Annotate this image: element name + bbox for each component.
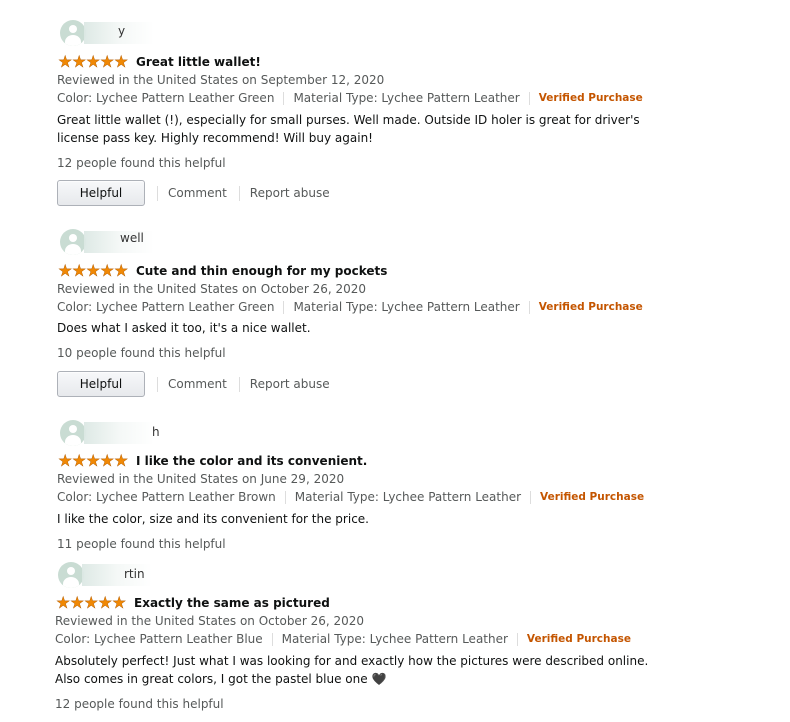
star-icon: ★ bbox=[84, 593, 99, 612]
star-icon: ★ bbox=[86, 261, 101, 280]
review-date: Reviewed in the United States on Septemb… bbox=[57, 73, 385, 87]
review-body: I like the color, size and its convenien… bbox=[57, 512, 369, 526]
user-avatar-icon bbox=[60, 229, 86, 255]
helpful-button[interactable]: Helpful bbox=[57, 371, 145, 397]
star-icon: ★ bbox=[86, 451, 101, 470]
verified-purchase-badge: Verified Purchase bbox=[538, 301, 643, 313]
reviewer-name: rtin bbox=[124, 567, 145, 581]
user-avatar-icon bbox=[58, 562, 84, 588]
review-heading: ★ ★ ★ ★ ★ Great little wallet! bbox=[58, 53, 261, 71]
review-body: Absolutely perfect! Just what I was look… bbox=[55, 654, 649, 686]
user-avatar-icon bbox=[60, 20, 86, 46]
variant-color[interactable]: Color: Lychee Pattern Leather Blue bbox=[55, 632, 263, 646]
star-icon: ★ bbox=[70, 593, 85, 612]
review-title[interactable]: I like the color and its convenient. bbox=[136, 454, 367, 468]
reviewer-name: h bbox=[152, 425, 160, 439]
review-actions: Helpful Comment Report abuse bbox=[57, 180, 330, 206]
review-variants: Color: Lychee Pattern Leather Blue Mater… bbox=[55, 632, 631, 646]
review-title[interactable]: Exactly the same as pictured bbox=[134, 596, 330, 610]
star-rating[interactable]: ★ ★ ★ ★ ★ bbox=[56, 593, 127, 612]
star-icon: ★ bbox=[56, 593, 71, 612]
star-icon: ★ bbox=[58, 261, 73, 280]
review-date: Reviewed in the United States on October… bbox=[57, 282, 366, 296]
comment-link[interactable]: Comment bbox=[168, 186, 227, 200]
variant-color[interactable]: Color: Lychee Pattern Leather Green bbox=[57, 300, 274, 314]
variant-material[interactable]: Material Type: Lychee Pattern Leather bbox=[295, 490, 521, 504]
star-icon: ★ bbox=[114, 52, 129, 71]
star-icon: ★ bbox=[86, 52, 101, 71]
comment-link[interactable]: Comment bbox=[168, 377, 227, 391]
verified-purchase-badge: Verified Purchase bbox=[540, 491, 645, 503]
review-body: Does what I asked it too, it's a nice wa… bbox=[57, 321, 311, 335]
star-icon: ★ bbox=[72, 261, 87, 280]
review-variants: Color: Lychee Pattern Leather Green Mate… bbox=[57, 300, 643, 314]
star-icon: ★ bbox=[114, 451, 129, 470]
helpful-button[interactable]: Helpful bbox=[57, 180, 145, 206]
star-icon: ★ bbox=[114, 261, 129, 280]
helpful-count: 10 people found this helpful bbox=[57, 346, 226, 360]
review-heading: ★ ★ ★ ★ ★ Cute and thin enough for my pocket… bbox=[58, 261, 388, 280]
review-body: Great little wallet (!), especially for … bbox=[57, 113, 640, 145]
review-variants: Color: Lychee Pattern Leather Green Mate… bbox=[57, 91, 643, 105]
verified-purchase-badge: Verified Purchase bbox=[526, 633, 631, 645]
review-heading: ★ ★ ★ ★ ★ Exactly the same as pictured bbox=[56, 594, 330, 612]
star-rating[interactable]: ★ ★ ★ ★ ★ bbox=[58, 451, 129, 470]
user-avatar-icon bbox=[60, 420, 86, 446]
variant-material[interactable]: Material Type: Lychee Pattern Leather bbox=[282, 632, 508, 646]
review-variants: Color: Lychee Pattern Leather Brown Mate… bbox=[57, 490, 644, 504]
star-icon: ★ bbox=[100, 52, 115, 71]
star-rating[interactable]: ★ ★ ★ ★ ★ bbox=[58, 52, 129, 71]
review-actions: Helpful Comment Report abuse bbox=[57, 371, 330, 397]
reviewer-name: well bbox=[120, 231, 144, 245]
review-date: Reviewed in the United States on October… bbox=[55, 614, 364, 628]
star-icon: ★ bbox=[100, 451, 115, 470]
star-icon: ★ bbox=[58, 52, 73, 71]
star-icon: ★ bbox=[58, 451, 73, 470]
star-icon: ★ bbox=[112, 593, 127, 612]
star-icon: ★ bbox=[72, 52, 87, 71]
verified-purchase-badge: Verified Purchase bbox=[538, 92, 643, 104]
star-icon: ★ bbox=[72, 451, 87, 470]
review-title[interactable]: Cute and thin enough for my pockets bbox=[136, 264, 387, 278]
report-abuse-link[interactable]: Report abuse bbox=[250, 186, 330, 200]
star-icon: ★ bbox=[98, 593, 113, 612]
star-icon: ★ bbox=[100, 261, 115, 280]
report-abuse-link[interactable]: Report abuse bbox=[250, 377, 330, 391]
variant-material[interactable]: Material Type: Lychee Pattern Leather bbox=[293, 91, 519, 105]
reviewer-name: y bbox=[118, 24, 126, 38]
helpful-count: 11 people found this helpful bbox=[57, 537, 226, 551]
helpful-count: 12 people found this helpful bbox=[57, 156, 226, 170]
review-date: Reviewed in the United States on June 29… bbox=[57, 472, 345, 486]
variant-color[interactable]: Color: Lychee Pattern Leather Green bbox=[57, 91, 274, 105]
variant-color[interactable]: Color: Lychee Pattern Leather Brown bbox=[57, 490, 276, 504]
review-title[interactable]: Great little wallet! bbox=[136, 55, 261, 69]
star-rating[interactable]: ★ ★ ★ ★ ★ bbox=[58, 261, 129, 280]
review-heading: ★ ★ ★ ★ ★ I like the color and its convenien… bbox=[58, 451, 368, 470]
name-blur bbox=[84, 422, 154, 444]
helpful-count: 12 people found this helpful bbox=[55, 697, 224, 711]
variant-material[interactable]: Material Type: Lychee Pattern Leather bbox=[293, 300, 519, 314]
